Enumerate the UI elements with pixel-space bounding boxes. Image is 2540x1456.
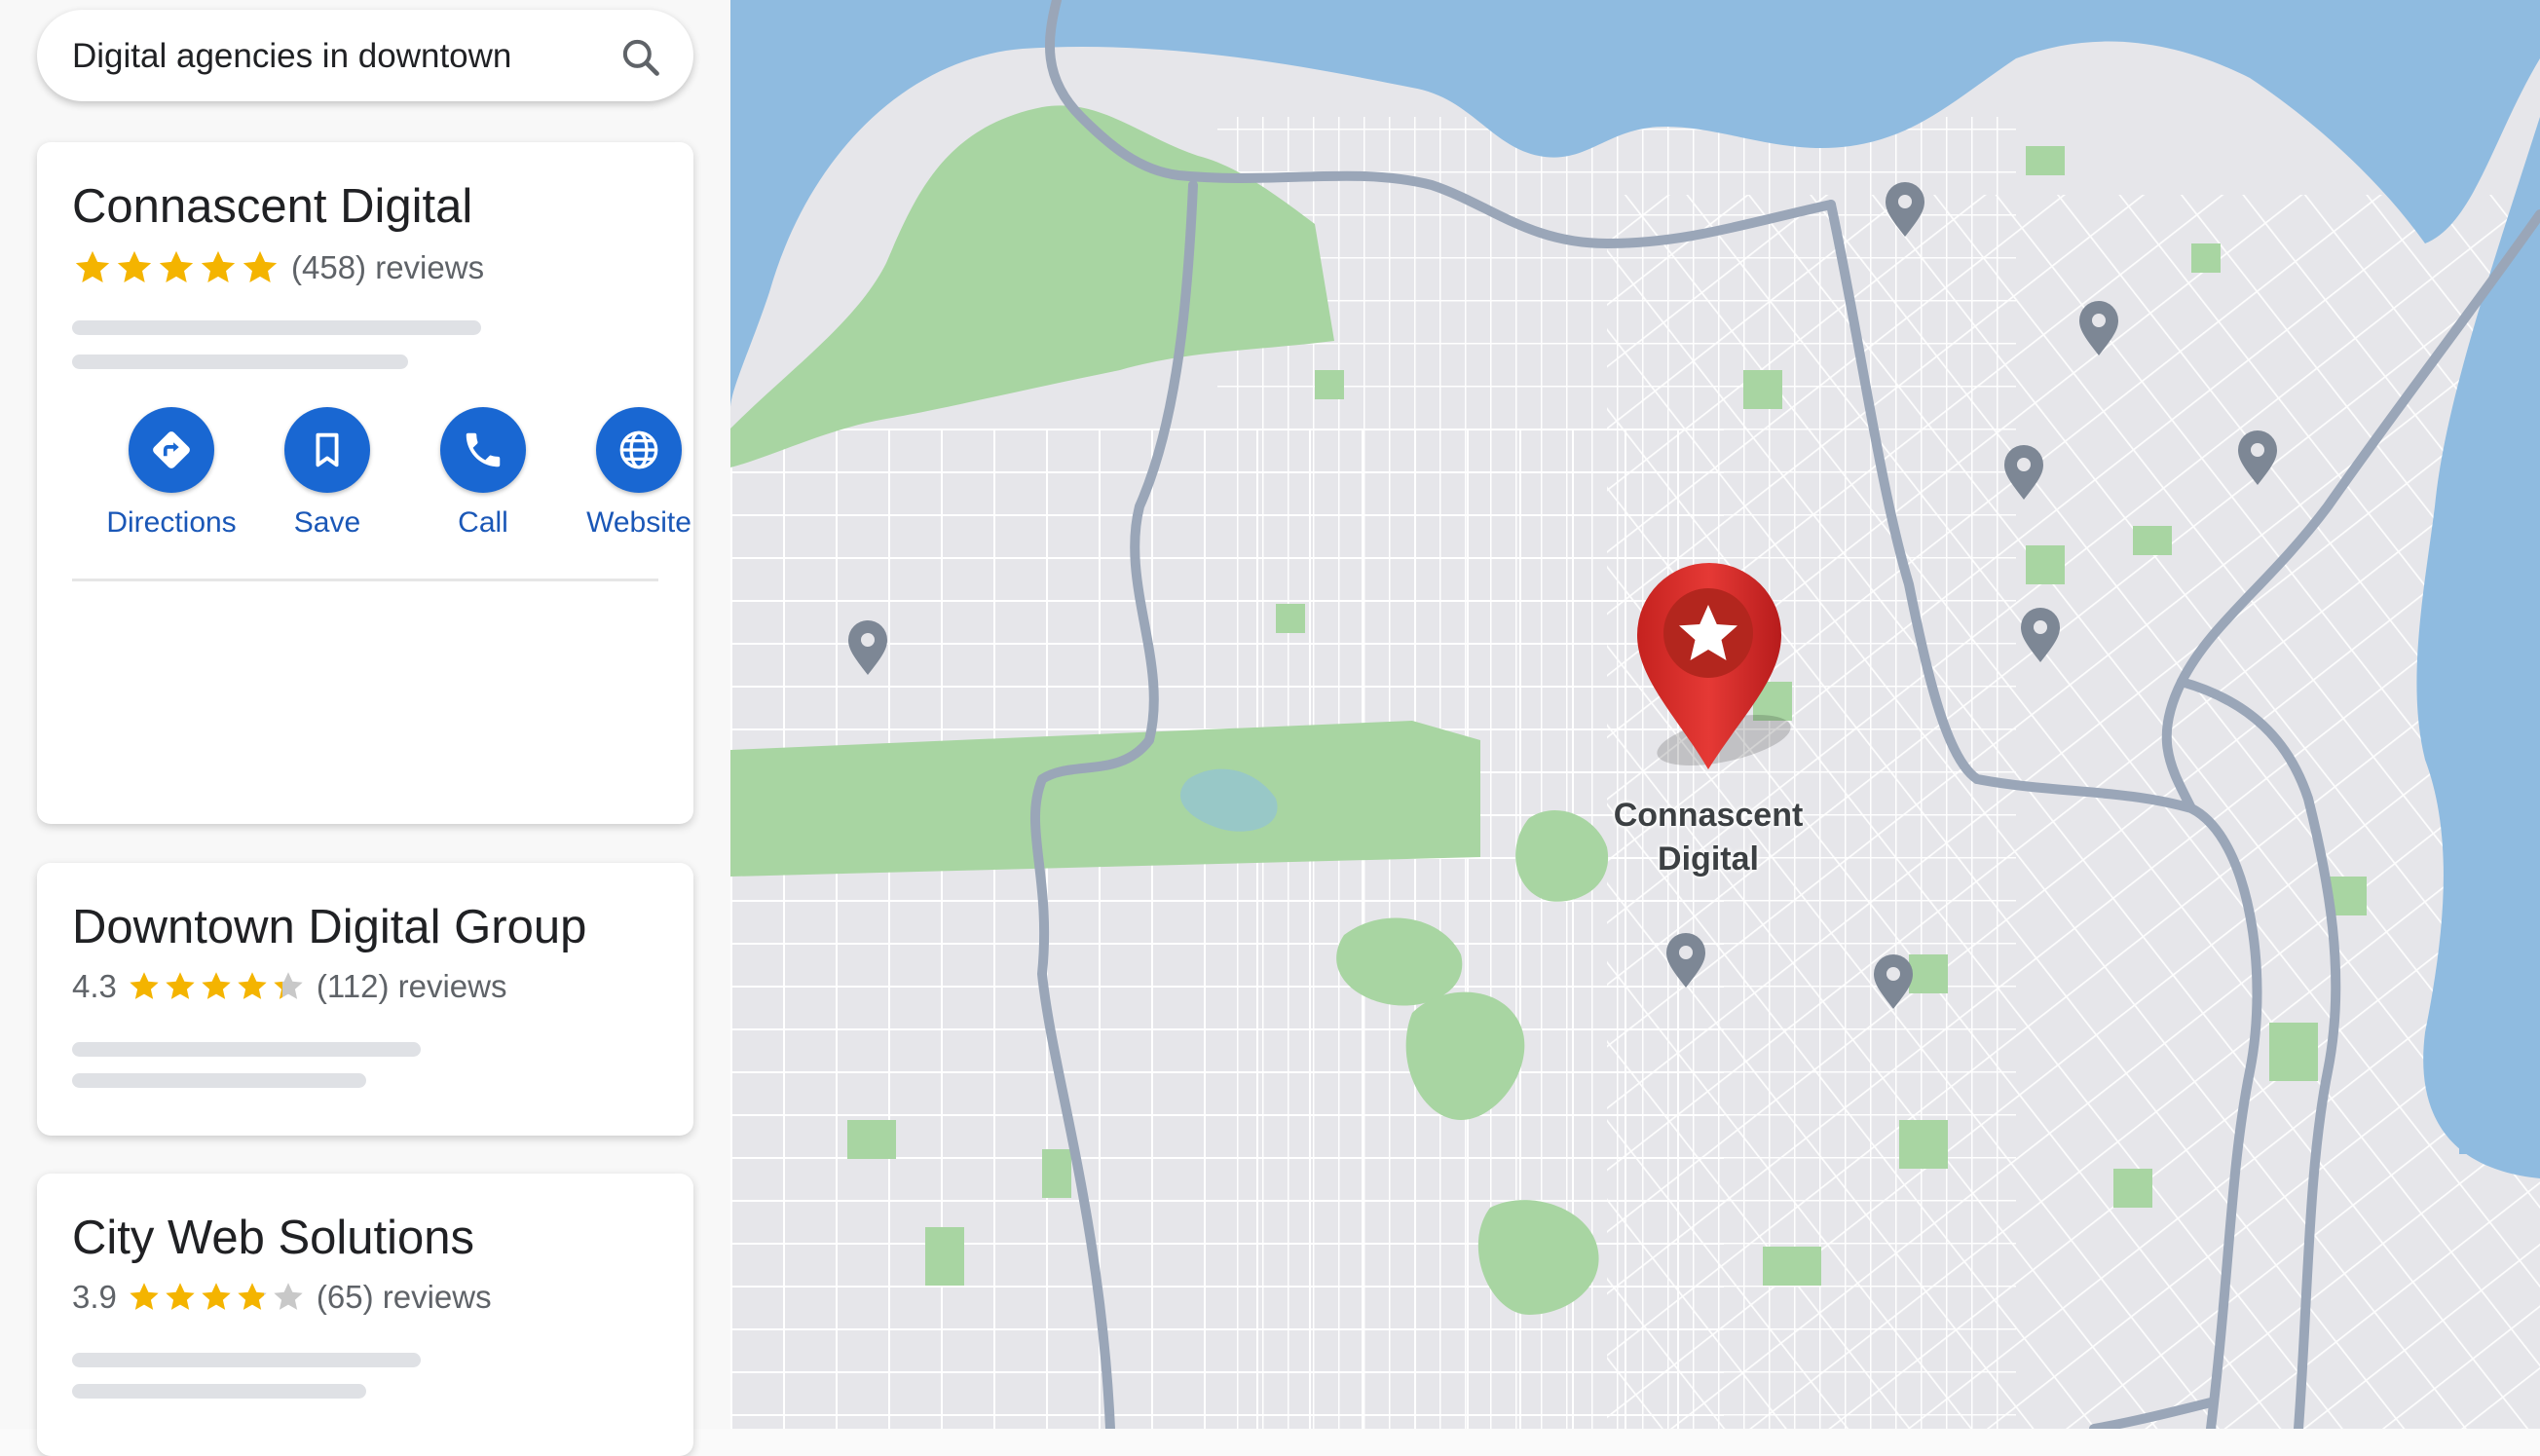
star-icon: [202, 1283, 231, 1310]
star-icon: [202, 972, 231, 999]
rating-value: 4.3: [72, 968, 117, 1004]
result-card-connascent-digital[interactable]: Connascent Digital (458) reviews Directi…: [37, 142, 693, 824]
star-icon: [238, 1283, 267, 1310]
save-button[interactable]: Save: [249, 407, 405, 540]
placeholder-line: [72, 1073, 366, 1088]
pier-water: [2459, 1125, 2540, 1154]
placeholder-line: [72, 1042, 421, 1057]
rating-stars: [127, 969, 307, 1004]
result-card-downtown-digital-group[interactable]: Downtown Digital Group 4.3 (112) reviews: [37, 863, 693, 1136]
review-count[interactable]: (112) reviews: [317, 968, 507, 1005]
result-title[interactable]: City Web Solutions: [72, 1211, 474, 1265]
phone-icon: [466, 432, 501, 467]
rating-row: 4.3 (112) reviews: [72, 968, 507, 1005]
map-view[interactable]: Connascent Digital: [730, 0, 2540, 1429]
pin-label-line: Digital: [1658, 840, 1759, 877]
rating-stars: [127, 1280, 307, 1315]
star-icon: [201, 250, 236, 283]
star-icon: [166, 1283, 195, 1310]
search-input[interactable]: Digital agencies in downtown: [72, 10, 511, 103]
divider: [72, 579, 658, 581]
placeholder-line: [72, 320, 481, 335]
directions-label: Directions: [106, 506, 237, 539]
directions-icon: [153, 431, 190, 468]
directions-icon-circle: [129, 407, 214, 493]
placeholder-line: [72, 1353, 421, 1367]
review-count[interactable]: (458) reviews: [291, 249, 484, 286]
rating-row: (458) reviews: [72, 247, 484, 288]
website-button[interactable]: Website: [561, 407, 693, 540]
star-icon: [130, 1283, 159, 1310]
rating-row: 3.9 (65) reviews: [72, 1279, 492, 1316]
rating-value: 3.9: [72, 1279, 117, 1315]
search-icon[interactable]: [619, 36, 662, 79]
star-icon: [166, 972, 195, 999]
save-label: Save: [293, 506, 361, 539]
placeholder-line: [72, 1384, 366, 1399]
star-icon: [274, 972, 303, 999]
star-icon: [75, 250, 110, 283]
save-icon-circle: [284, 407, 370, 493]
call-button[interactable]: Call: [405, 407, 561, 540]
call-icon-circle: [440, 407, 526, 493]
rating-stars: [72, 247, 281, 288]
bookmark-icon: [316, 432, 339, 467]
pin-label-line: Connascent: [1613, 797, 1804, 834]
map-canvas[interactable]: [730, 0, 2540, 1429]
star-icon: [243, 250, 278, 283]
star-icon: [238, 972, 267, 999]
placeholder-line: [72, 355, 408, 369]
globe-icon: [619, 430, 658, 469]
results-panel: Digital agencies in downtown Connascent …: [0, 0, 730, 1456]
website-icon-circle: [596, 407, 682, 493]
result-title[interactable]: Connascent Digital: [72, 179, 472, 234]
result-title[interactable]: Downtown Digital Group: [72, 900, 586, 954]
directions-button[interactable]: Directions: [93, 407, 249, 540]
review-count[interactable]: (65) reviews: [317, 1279, 492, 1316]
star-icon: [274, 1283, 303, 1310]
star-icon: [130, 972, 159, 999]
result-card-city-web-solutions[interactable]: City Web Solutions 3.9 (65) reviews: [37, 1174, 693, 1456]
search-box[interactable]: Digital agencies in downtown: [37, 10, 693, 101]
featured-pin-label[interactable]: Connascent Digital: [1611, 794, 1806, 881]
star-icon: [117, 250, 152, 283]
website-label: Website: [586, 506, 691, 539]
call-label: Call: [458, 506, 508, 539]
star-icon: [159, 250, 194, 283]
